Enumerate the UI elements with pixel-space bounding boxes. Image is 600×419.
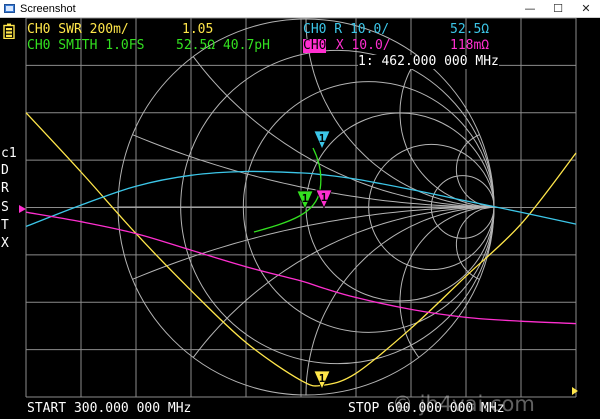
resistance-trace-label[interactable]: CH0 R 10.0/ (303, 23, 389, 37)
side-menu-item-x[interactable]: X (1, 237, 9, 251)
swr-reference-arrow-icon (572, 387, 578, 395)
vna-plot: 111 1 (19, 18, 578, 398)
screenshot-window: Screenshot — ☐ ✕ 1111 CH0 SWR 200m/ 1.05… (0, 0, 600, 419)
maximize-button[interactable]: ☐ (544, 0, 572, 17)
minimize-button[interactable]: — (516, 0, 544, 17)
reactance-trace-channel-badge[interactable]: CH0 (303, 39, 327, 53)
start-frequency: START 300.000 000 MHz (27, 401, 192, 416)
title-bar: Screenshot — ☐ ✕ (0, 0, 600, 18)
side-menu-item-s[interactable]: S (1, 201, 9, 215)
smith-trace-label[interactable]: CH0 SMITH 1.0FS (27, 39, 144, 53)
smith-reactance-arc (399, 206, 494, 358)
swr-trace-label[interactable]: CH0 SWR 200m/ (27, 23, 129, 37)
marker-readout: 1: 462.000 000 MHz (358, 54, 499, 69)
reference-level-arrow-icon (19, 205, 26, 213)
smith-marker-label: 1 (302, 192, 309, 205)
swr-marker-label: 1 (319, 372, 326, 385)
side-menu-item-r[interactable]: R (1, 182, 9, 196)
reactance-trace-value: 118mΩ (450, 38, 490, 53)
app-icon (4, 4, 15, 13)
side-menu-item-d[interactable]: D (1, 164, 9, 178)
side-menu-item-t[interactable]: T (1, 219, 9, 233)
battery-icon (3, 23, 15, 39)
reactance-trace-label[interactable]: X 10.0/ (328, 39, 391, 53)
watermark: © jh4vai.com (392, 392, 535, 416)
overlay-group (19, 205, 578, 395)
window-title: Screenshot (20, 3, 76, 15)
smith-reactance-arc (455, 134, 494, 208)
resistance-trace-value: 52.5Ω (450, 22, 490, 37)
smith-reactance-arc (399, 56, 494, 208)
resistance-marker-label: 1 (319, 132, 326, 145)
smith-trace-value: 52.5Ω 40.7pH (176, 38, 270, 53)
reactance-marker-label: 1 (321, 191, 328, 204)
close-button[interactable]: ✕ (572, 0, 600, 17)
vna-screen: 1111 CH0 SWR 200m/ 1.05 CH0 SMITH 1.0FS … (0, 18, 600, 419)
swr-trace-value: 1.05 (182, 22, 214, 37)
side-menu-item-c1[interactable]: c1 (1, 147, 17, 161)
